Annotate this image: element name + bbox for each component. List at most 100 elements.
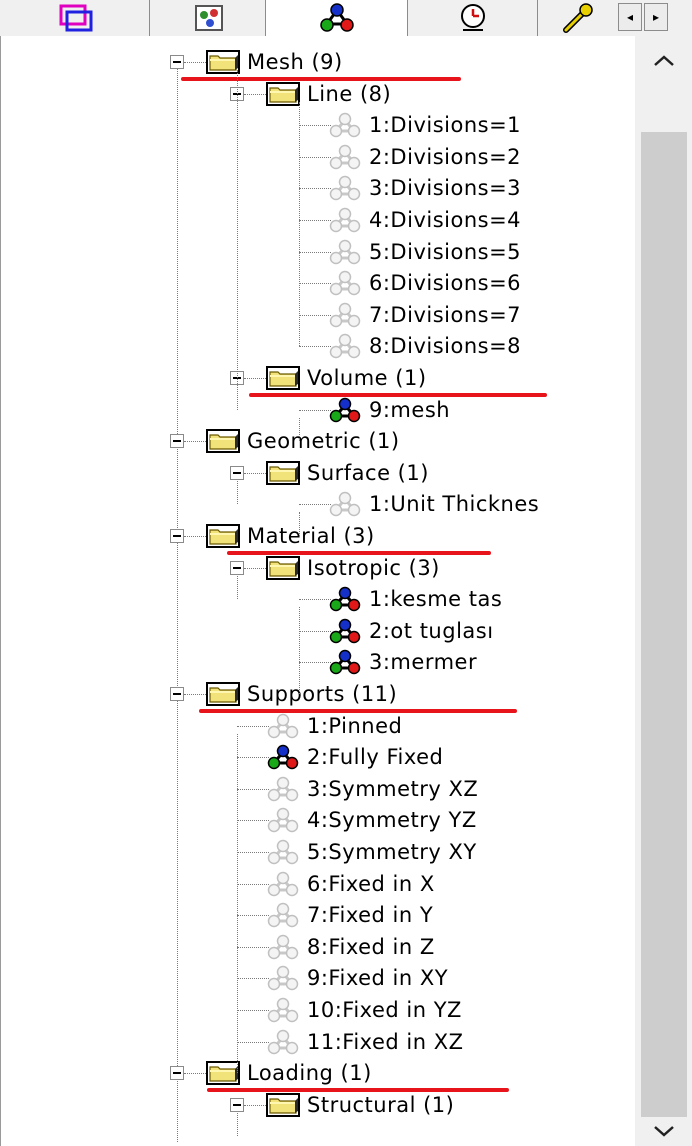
- attribute-inactive-icon: [265, 1029, 301, 1055]
- tree-item-line-items-7[interactable]: 8:Divisions=8: [327, 331, 521, 361]
- tree-item-label: 3:Symmetry XZ: [307, 776, 479, 801]
- scroll-down-button[interactable]: [635, 1116, 692, 1146]
- tree-group-mesh[interactable]: Mesh (9): [205, 47, 343, 77]
- tree-connector: [299, 409, 331, 411]
- tab-overlap-squares[interactable]: [0, 0, 150, 36]
- scrollbar-thumb[interactable]: [641, 132, 687, 1117]
- tab-attributes[interactable]: [266, 0, 408, 38]
- tab-tools[interactable]: [538, 0, 618, 36]
- tree-item-support-items-3[interactable]: 4:Symmetry YZ: [265, 805, 477, 835]
- attribute-inactive-icon: [327, 302, 363, 328]
- tree-item-support-items-9[interactable]: 10:Fixed in YZ: [265, 995, 462, 1025]
- tree-item-label: 8:Divisions=8: [369, 334, 522, 359]
- tree-connector: [299, 156, 331, 158]
- tree-item-support-items-8[interactable]: 9:Fixed in XY: [265, 963, 448, 993]
- collapse-toggle-loading[interactable]: [170, 1066, 184, 1081]
- attribute-inactive-icon: [265, 871, 301, 897]
- tree-connector: [299, 504, 331, 506]
- attribute-inactive-icon: [327, 491, 363, 517]
- tree-connector: [177, 62, 178, 1142]
- tree-item-isotropic-items-2[interactable]: 3:mermer: [327, 647, 477, 677]
- tree-item-surface-items-0[interactable]: 1:Unit Thicknes: [327, 489, 539, 519]
- collapse-toggle-material[interactable]: [170, 529, 184, 543]
- collapse-toggle-supports[interactable]: [170, 687, 184, 701]
- tree-item-support-items-4[interactable]: 5:Symmetry XY: [265, 837, 477, 867]
- tree-connector: [299, 188, 331, 190]
- tree-group-loading[interactable]: Loading (1): [205, 1058, 372, 1088]
- tree-connector: [244, 567, 266, 569]
- folder-icon: [205, 428, 241, 454]
- attribute-inactive-icon: [327, 270, 363, 296]
- tree-item-line-items-0[interactable]: 1:Divisions=1: [327, 110, 521, 140]
- tree-connector: [184, 1073, 206, 1075]
- collapse-toggle-mesh[interactable]: [170, 55, 184, 69]
- attribute-icon: [327, 586, 363, 612]
- tree-item-label: 8:Fixed in Z: [307, 934, 435, 959]
- tree-item-isotropic-items-1[interactable]: 2:ot tuglası: [327, 616, 494, 646]
- tree-group-supports[interactable]: Supports (11): [205, 679, 397, 709]
- scroll-up-button[interactable]: [635, 36, 692, 86]
- tree-item-line-items-5[interactable]: 6:Divisions=6: [327, 268, 521, 298]
- tree-item-support-items-5[interactable]: 6:Fixed in X: [265, 869, 435, 899]
- tree-group-mat-isotropic[interactable]: Isotropic (3): [265, 553, 440, 583]
- tree-item-support-items-0[interactable]: 1:Pinned: [265, 711, 402, 741]
- tree-item-isotropic-items-0[interactable]: 1:kesme tas: [327, 584, 502, 614]
- tree-connector: [244, 93, 266, 95]
- vertical-scrollbar[interactable]: [635, 36, 692, 1146]
- tree-item-label: 5:Divisions=5: [369, 239, 522, 264]
- tree-item-support-items-1[interactable]: 2:Fully Fixed: [265, 742, 443, 772]
- tree-group-material[interactable]: Material (3): [205, 521, 375, 551]
- tree-item-label: 2:Fully Fixed: [307, 745, 444, 770]
- attribute-inactive-icon: [265, 807, 301, 833]
- attribute-inactive-icon: [265, 839, 301, 865]
- tab-analysis[interactable]: [408, 0, 538, 36]
- palette-icon: [194, 5, 223, 31]
- tree-group-geometric[interactable]: Geometric (1): [205, 426, 400, 456]
- attribute-inactive-icon: [265, 997, 301, 1023]
- tree-connector: [237, 978, 269, 980]
- tab-scroll-right-button[interactable]: ▸: [644, 3, 668, 31]
- tree-connector: [299, 251, 331, 253]
- tree-item-label: 4:Symmetry YZ: [307, 808, 477, 833]
- tree-item-line-items-2[interactable]: 3:Divisions=3: [327, 173, 521, 203]
- tree-connector: [299, 417, 300, 442]
- tab-object-palette[interactable]: [150, 0, 266, 36]
- attribute-inactive-icon: [327, 175, 363, 201]
- wrench-icon: [563, 3, 593, 33]
- tree-panel: Mesh (9) Line (8) 1:Divisions=1 2:Divisions…: [0, 36, 692, 1146]
- tab-scroll-left-button[interactable]: ◂: [618, 3, 642, 31]
- tree-connector: [299, 283, 331, 285]
- tree-connector: [299, 220, 331, 221]
- tree-item-label: 3:Divisions=3: [369, 176, 522, 201]
- attribute-inactive-icon: [265, 713, 301, 739]
- tree-connector: [237, 883, 269, 885]
- tree-group-geo-surface[interactable]: Surface (1): [265, 458, 429, 488]
- tree-item-label: 9:Fixed in XY: [307, 966, 449, 991]
- tree-item-line-items-4[interactable]: 5:Divisions=5: [327, 237, 521, 267]
- attribute-inactive-icon: [265, 934, 301, 960]
- attribute-icon: [327, 397, 363, 423]
- tree-item-support-items-6[interactable]: 7:Fixed in Y: [265, 900, 433, 930]
- collapse-toggle-geometric[interactable]: [170, 434, 184, 449]
- folder-icon: [265, 555, 301, 581]
- tree-item-support-items-2[interactable]: 3:Symmetry XZ: [265, 774, 478, 804]
- attribute-tree-icon: [319, 3, 354, 32]
- tree-group-load-structural[interactable]: Structural (1): [265, 1090, 454, 1120]
- tree-item-line-items-1[interactable]: 2:Divisions=2: [327, 142, 521, 172]
- tree-item-label: 6:Fixed in X: [307, 871, 435, 896]
- collapse-toggle-mat-isotropic[interactable]: [230, 560, 244, 575]
- tree-connector: [237, 725, 269, 727]
- attribute-inactive-icon: [327, 112, 363, 138]
- tree-item-support-items-7[interactable]: 8:Fixed in Z: [265, 932, 435, 962]
- tree-item-support-items-10[interactable]: 11:Fixed in XZ: [265, 1027, 463, 1057]
- tree-group-mesh-line[interactable]: Line (8): [265, 79, 391, 109]
- attribute-inactive-icon: [327, 239, 363, 265]
- collapse-toggle-geo-surface[interactable]: [230, 465, 244, 480]
- collapse-toggle-load-structural[interactable]: [230, 1097, 244, 1112]
- tree-item-line-items-6[interactable]: 7:Divisions=7: [327, 300, 521, 330]
- tree-group-mesh-volume[interactable]: Volume (1): [265, 363, 427, 393]
- tree-connector: [299, 314, 331, 316]
- tree-connector: [237, 733, 238, 1074]
- tree-item-volume-items-0[interactable]: 9:mesh: [327, 395, 450, 425]
- tree-item-line-items-3[interactable]: 4:Divisions=4: [327, 205, 521, 235]
